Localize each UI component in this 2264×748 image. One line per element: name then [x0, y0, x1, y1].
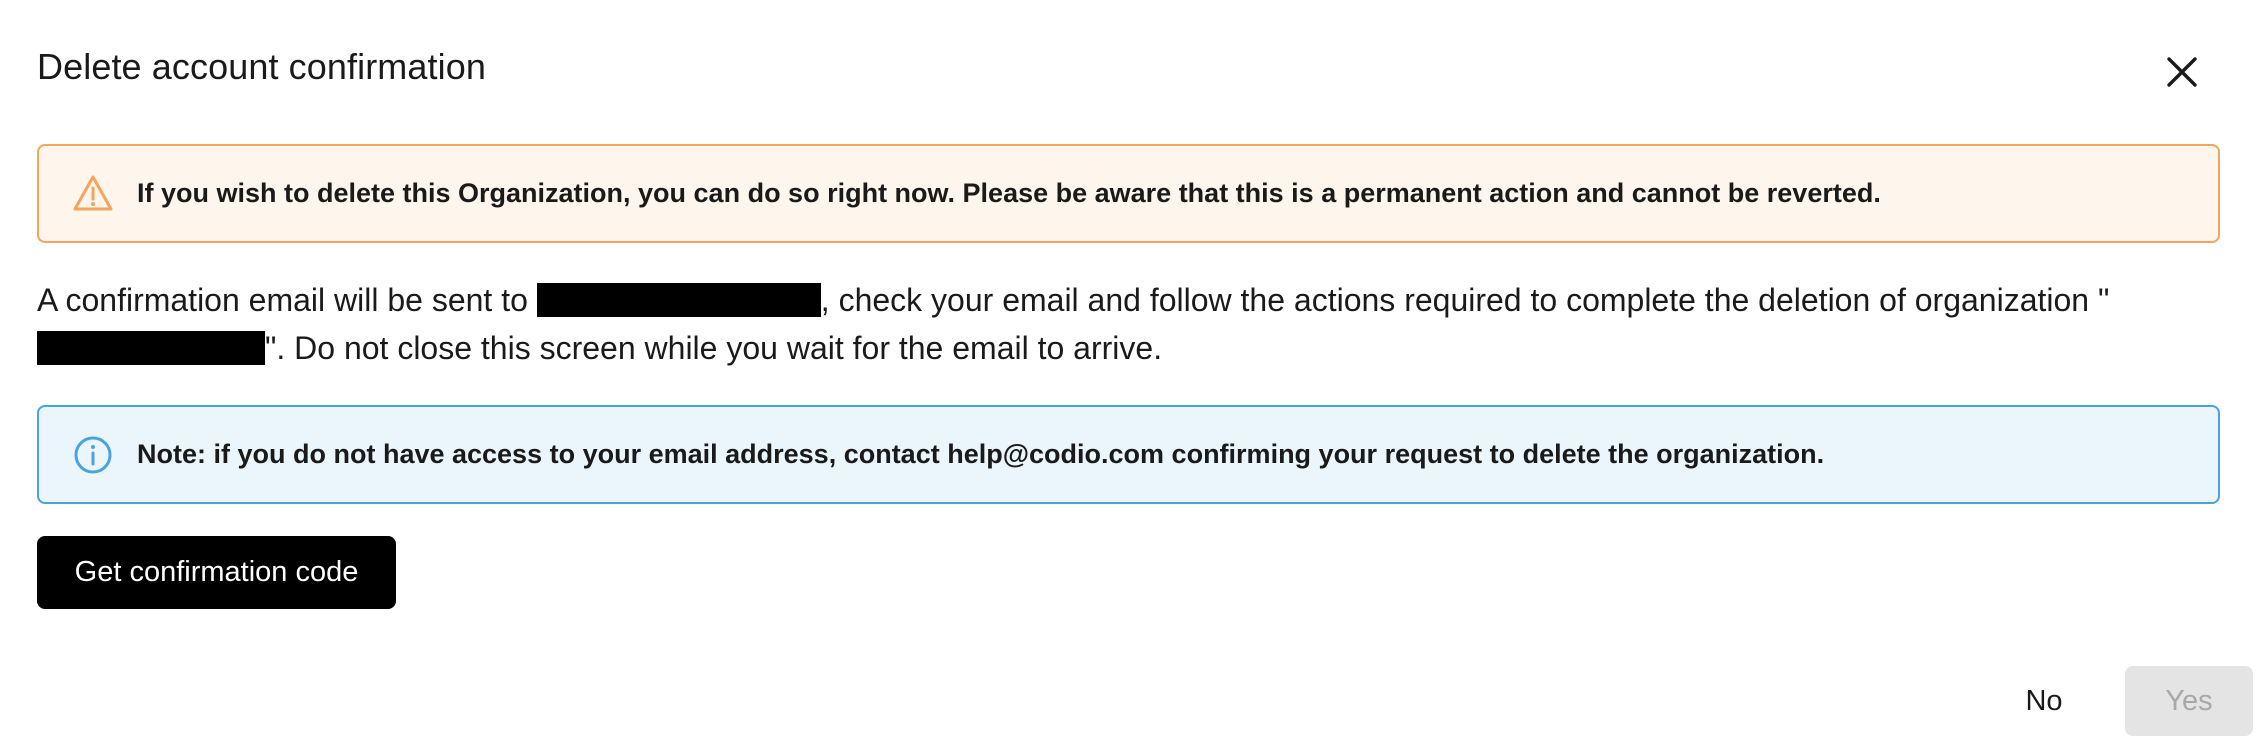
info-alert: Note: if you do not have access to your …	[37, 405, 2220, 504]
warning-alert: If you wish to delete this Organization,…	[37, 144, 2220, 243]
yes-button[interactable]: Yes	[2125, 666, 2253, 736]
warning-text: If you wish to delete this Organization,…	[137, 178, 1881, 208]
close-button[interactable]	[2158, 48, 2206, 96]
message-part-2: , check your email and follow the action…	[820, 282, 2110, 318]
info-circle-icon	[72, 434, 114, 476]
message-part-1: A confirmation email will be sent to	[37, 282, 537, 318]
get-confirmation-code-button[interactable]: Get confirmation code	[37, 536, 396, 609]
no-button[interactable]: No	[2004, 666, 2084, 736]
redacted-email	[536, 283, 821, 317]
message-part-3: ". Do not close this screen while you wa…	[265, 330, 1163, 366]
dialog-title: Delete account confirmation	[37, 46, 486, 87]
redacted-organization-name	[37, 331, 265, 365]
info-text: Note: if you do not have access to your …	[137, 439, 1825, 469]
confirmation-message: A confirmation email will be sent to , c…	[37, 276, 2220, 372]
close-icon	[2167, 57, 2197, 87]
delete-account-dialog: Delete account confirmation If you wish …	[0, 0, 2264, 748]
warning-triangle-icon	[72, 173, 114, 215]
